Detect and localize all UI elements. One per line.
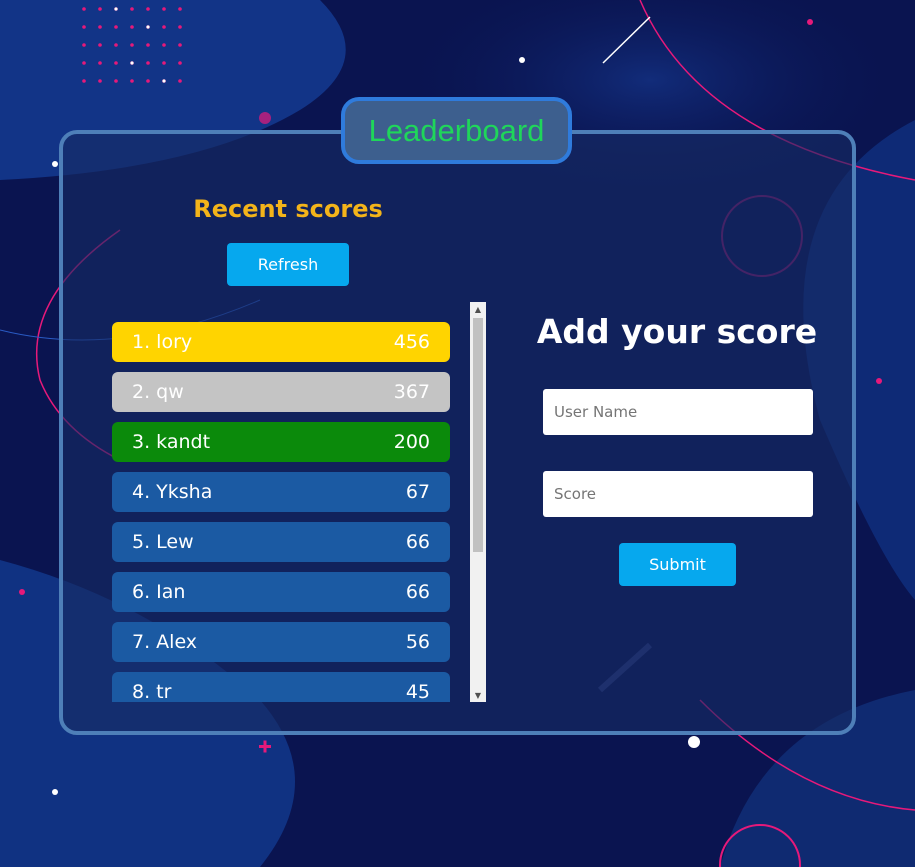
player-name: 1. lory xyxy=(132,331,193,353)
player-name: 4. Yksha xyxy=(132,481,213,503)
player-score: 56 xyxy=(405,631,430,653)
player-name: 5. Lew xyxy=(132,531,194,553)
triangle-down-icon[interactable]: ▼ xyxy=(470,688,486,702)
list-item: 3. kandt 200 xyxy=(112,422,450,462)
list-item: 6. Ian 66 xyxy=(112,572,450,612)
list-item: 4. Yksha 67 xyxy=(112,472,450,512)
player-score: 367 xyxy=(393,381,430,403)
add-score-heading: Add your score xyxy=(536,312,818,351)
player-name: 3. kandt xyxy=(132,431,211,453)
player-score: 456 xyxy=(393,331,430,353)
app-title: Leaderboard xyxy=(341,97,572,164)
list-item: 8. tr 45 xyxy=(112,672,450,702)
player-name: 7. Alex xyxy=(132,631,198,653)
player-name: 2. qw xyxy=(132,381,184,403)
list-scrollbar[interactable]: ▲ ▼ xyxy=(470,302,486,702)
player-score: 66 xyxy=(405,581,430,603)
submit-button[interactable]: Submit xyxy=(619,543,736,586)
username-input[interactable] xyxy=(543,389,813,435)
player-score: 66 xyxy=(405,531,430,553)
scroll-thumb[interactable] xyxy=(473,318,483,552)
list-item: 2. qw 367 xyxy=(112,372,450,412)
player-score: 200 xyxy=(393,431,430,453)
score-input[interactable] xyxy=(543,471,813,517)
player-score: 67 xyxy=(405,481,430,503)
triangle-up-icon[interactable]: ▲ xyxy=(470,302,486,316)
player-score: 45 xyxy=(405,681,430,702)
player-name: 6. Ian xyxy=(132,581,186,603)
list-item: 1. lory 456 xyxy=(112,322,450,362)
list-item: 7. Alex 56 xyxy=(112,622,450,662)
player-name: 8. tr xyxy=(132,681,172,702)
list-item: 5. Lew 66 xyxy=(112,522,450,562)
scores-list[interactable]: 1. lory 456 2. qw 367 3. kandt 200 4. Yk… xyxy=(112,302,486,702)
recent-scores-heading: Recent scores xyxy=(193,195,383,223)
refresh-button[interactable]: Refresh xyxy=(227,243,349,286)
